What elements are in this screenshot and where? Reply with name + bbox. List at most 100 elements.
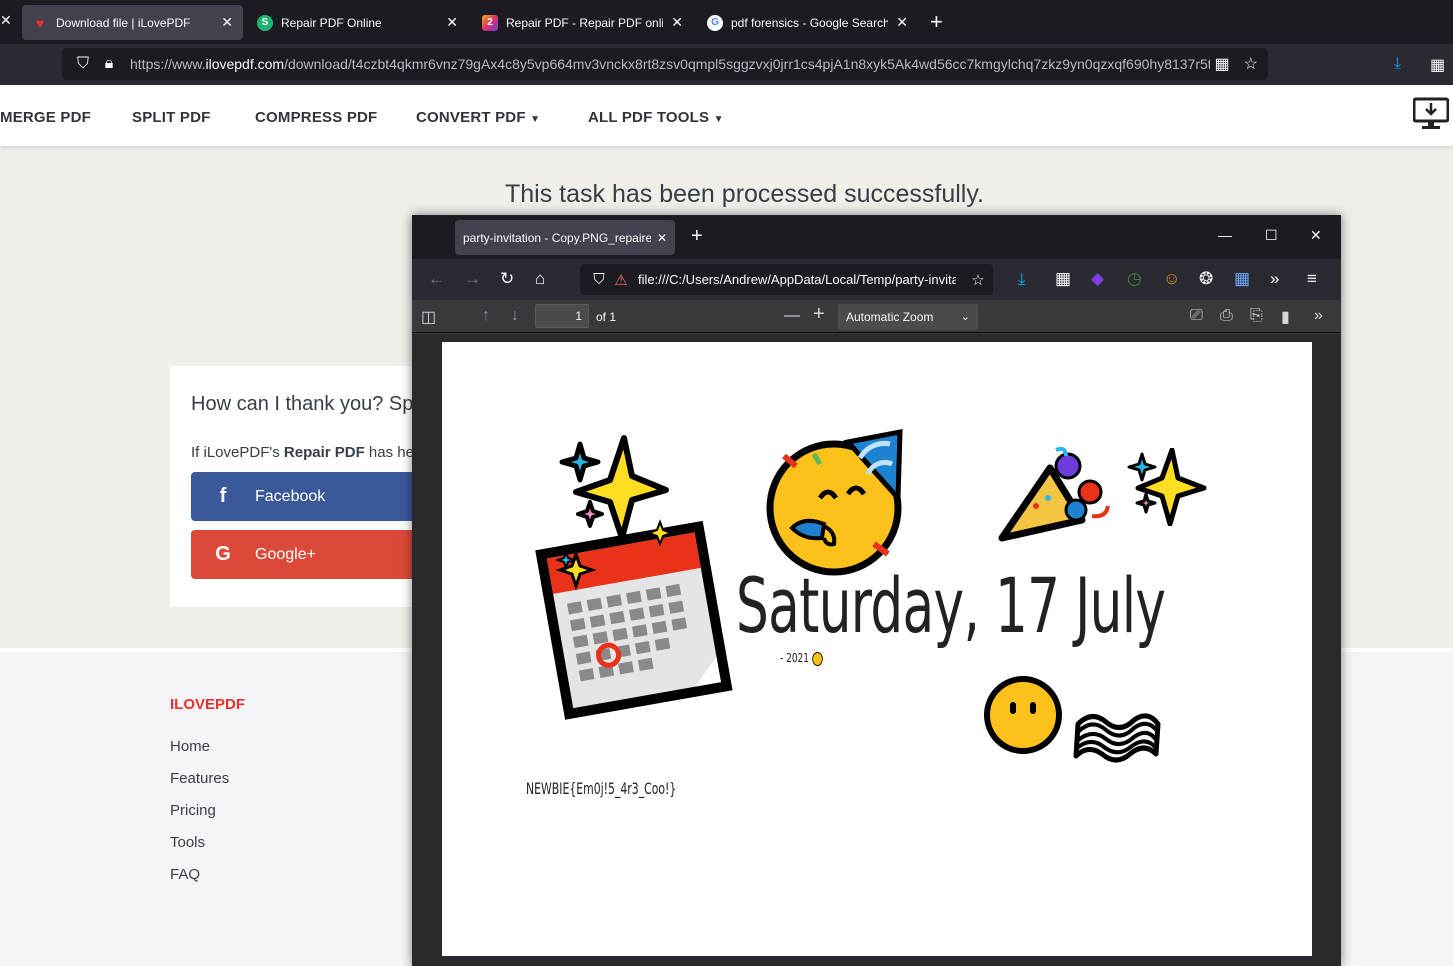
bacon-emoji-icon [1073, 713, 1161, 763]
footer-link-home[interactable]: Home [170, 738, 210, 755]
tab-title: Repair PDF Online [281, 15, 382, 30]
caret-down-icon: ▼ [530, 114, 541, 125]
shield-icon[interactable]: ⛉ [70, 55, 96, 73]
tab-title: Repair PDF - Repair PDF online [506, 15, 664, 30]
tab-close-icon[interactable]: ✕ [896, 14, 908, 31]
sejda-s-icon: S [257, 14, 273, 31]
file-warning-icon[interactable]: ⚠︎ [610, 271, 632, 289]
nav-all-pdf-tools[interactable]: ALL PDF TOOLS ▼ [588, 109, 724, 126]
google-share-button[interactable]: G Google+ [191, 530, 430, 579]
address-bar[interactable]: ⛉ 🔒︎ https://www.ilovepdf.com/download/t… [62, 48, 1268, 80]
winking-face-emoji-icon [811, 651, 823, 666]
extensions-grid-icon[interactable]: ▦ [1430, 55, 1445, 75]
sidebar-toggle-icon[interactable]: ◫ [421, 307, 436, 327]
tab-close-icon[interactable]: ✕ [657, 231, 667, 245]
desktop-download-icon[interactable] [1413, 97, 1449, 131]
calendar-emoji-icon [535, 519, 733, 720]
tab-title: party-invitation - Copy.PNG_repaired.pdf [463, 230, 651, 245]
share-card: How can I thank you? Spread the word! If… [170, 366, 430, 607]
inner-tab-strip: party-invitation - Copy.PNG_repaired.pdf… [412, 215, 1341, 259]
google-g-icon: G [215, 543, 231, 565]
footer-link-pricing[interactable]: Pricing [170, 802, 216, 819]
tab-pdf2go-repair[interactable]: 2 Repair PDF - Repair PDF online ✕ [472, 5, 693, 40]
save-icon[interactable]: ⎘ [1250, 307, 1263, 325]
nav-merge-pdf[interactable]: MERGE PDF [0, 109, 91, 126]
invitation-date: Saturday, 17 July [736, 561, 1166, 650]
partying-face-emoji-icon [766, 428, 903, 576]
qr-code-icon[interactable]: ▦ [1215, 54, 1230, 74]
tab-ilovepdf-download[interactable]: ♥ Download file | iLovePDF ✕ [22, 5, 243, 40]
ilovepdf-heart-icon: ♥ [35, 14, 45, 31]
zoom-select[interactable]: Automatic Zoom ⌄ [838, 304, 978, 330]
timer-extension-icon[interactable]: ◷ [1127, 269, 1142, 289]
cookie-icon[interactable]: ❂ [1199, 269, 1213, 289]
sparkles-emoji-icon [1127, 448, 1207, 526]
forward-arrow-icon[interactable]: → [464, 269, 481, 289]
nav-split-pdf[interactable]: SPLIT PDF [132, 109, 210, 126]
reload-icon[interactable]: ↻ [500, 269, 514, 289]
footer-link-faq[interactable]: FAQ [170, 866, 200, 883]
print-icon[interactable]: ⎙ [1220, 307, 1233, 325]
facebook-share-button[interactable]: f Facebook [191, 472, 430, 521]
chevron-down-icon: ⌄ [960, 311, 970, 323]
outer-nav-bar: ⛉ 🔒︎ https://www.ilovepdf.com/download/t… [0, 44, 1453, 85]
shield-icon[interactable]: ⛉ [588, 271, 610, 288]
downloads-icon[interactable]: ⤓ [1018, 269, 1026, 289]
page-number-input[interactable]: 1 [535, 304, 589, 328]
previous-page-icon[interactable]: ↑ [482, 307, 490, 325]
url-text[interactable]: file:///C:/Users/Andrew/AppData/Local/Te… [638, 272, 956, 287]
downloads-icon[interactable]: ⤓ [1394, 55, 1401, 73]
next-page-icon[interactable]: ↓ [511, 307, 519, 325]
nav-convert-pdf[interactable]: CONVERT PDF ▼ [416, 109, 540, 126]
invitation-year: - 2021 [780, 651, 823, 666]
new-tab-button[interactable]: + [691, 225, 703, 248]
home-icon[interactable]: ⌂ [535, 269, 545, 289]
tab-repair-pdf-online[interactable]: S Repair PDF Online ✕ [247, 5, 468, 40]
vpn-extension-icon[interactable]: ◆ [1091, 269, 1104, 289]
bookmark-star-icon[interactable]: ☆ [967, 271, 989, 289]
window-close-icon[interactable]: ✕ [1310, 227, 1322, 244]
footer-heading: ILOVEPDF [170, 696, 246, 713]
zoom-value: Automatic Zoom [846, 310, 934, 324]
inner-nav-bar: ← → ↻ ⌂ ⛉ ⚠︎ file:///C:/Users/Andrew/App… [412, 259, 1341, 300]
overflow-chevrons-icon[interactable]: » [1270, 269, 1279, 289]
tab-close-icon[interactable]: ✕ [446, 14, 458, 31]
face-without-mouth-emoji-icon [984, 676, 1062, 754]
layout-extension-icon[interactable]: ▦ [1234, 269, 1250, 289]
tab-title: pdf forensics - Google Search [731, 15, 889, 30]
outer-tab-strip: ✕ ♥ Download file | iLovePDF ✕ S Repair … [0, 0, 1453, 44]
tab-party-invitation-pdf[interactable]: party-invitation - Copy.PNG_repaired.pdf… [455, 220, 675, 255]
bookmark-icon[interactable]: ▮ [1281, 307, 1290, 327]
pdf-toolbar: ◫ ↑ ↓ 1 of 1 — + Automatic Zoom ⌄ ⎚ ⎙ ⎘ … [412, 300, 1341, 333]
zoom-out-icon[interactable]: — [784, 307, 800, 325]
tab-title: Download file | iLovePDF [56, 15, 191, 30]
lock-icon[interactable]: 🔒︎ [96, 55, 122, 73]
tab-close-icon[interactable]: ✕ [671, 14, 683, 31]
tab-close-icon[interactable]: ✕ [221, 14, 233, 31]
site-header: MERGE PDF SPLIT PDF COMPRESS PDF CONVERT… [0, 85, 1453, 146]
extensions-grid-icon[interactable]: ▦ [1055, 269, 1071, 289]
page-count: of 1 [596, 310, 617, 324]
presentation-mode-icon[interactable]: ⎚ [1190, 307, 1203, 325]
zoom-in-icon[interactable]: + [813, 303, 825, 326]
hamburger-menu-icon[interactable]: ≡ [1307, 269, 1317, 289]
success-title: This task has been processed successfull… [505, 180, 984, 208]
google-g-icon: G [707, 14, 723, 31]
mascot-extension-icon[interactable]: ☺ [1163, 269, 1180, 289]
nav-compress-pdf[interactable]: COMPRESS PDF [255, 109, 377, 126]
footer-link-tools[interactable]: Tools [170, 834, 205, 851]
tab-google-search[interactable]: G pdf forensics - Google Search ✕ [697, 5, 918, 40]
close-icon[interactable]: ✕ [0, 12, 12, 29]
share-heading: How can I thank you? Spread the word! [191, 393, 430, 415]
address-bar[interactable]: ⛉ ⚠︎ file:///C:/Users/Andrew/AppData/Loc… [580, 264, 993, 295]
bookmark-star-icon[interactable]: ☆ [1244, 54, 1258, 74]
tools-chevrons-icon[interactable]: » [1314, 307, 1323, 325]
minimize-icon[interactable]: — [1218, 227, 1232, 243]
facebook-label: Facebook [255, 487, 326, 505]
share-text: If iLovePDF's Repair PDF has helped you [191, 444, 430, 461]
new-tab-button[interactable]: + [930, 9, 943, 35]
url-text[interactable]: https://www.ilovepdf.com/download/t4czbt… [130, 56, 1210, 72]
back-arrow-icon[interactable]: ← [428, 269, 445, 289]
footer-link-features[interactable]: Features [170, 770, 229, 787]
maximize-icon[interactable]: ☐ [1265, 227, 1278, 244]
